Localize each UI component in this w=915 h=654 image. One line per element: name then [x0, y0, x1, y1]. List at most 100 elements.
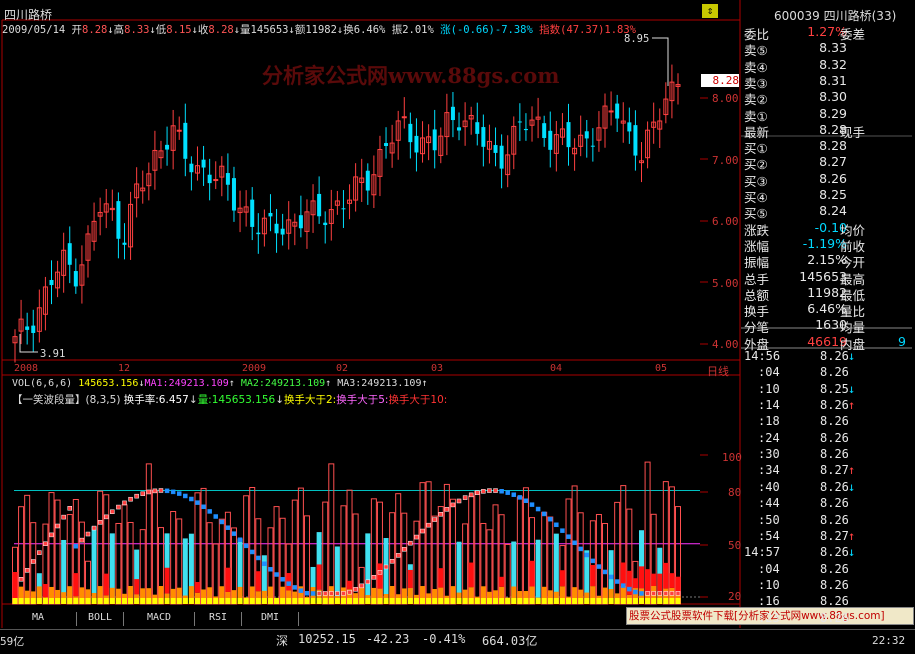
tick-time: :16: [758, 594, 780, 609]
wave-dot: [505, 490, 510, 495]
indicator-title: 【一笑波段量】(8,3,5): [12, 394, 121, 406]
price-tick-7: 7.00: [712, 154, 739, 167]
turn-gt2-base: [505, 598, 511, 604]
wave-dot: [432, 517, 437, 522]
turn-gt2-base: [213, 598, 219, 604]
turn-gt10-bar: [663, 562, 669, 589]
wave-dot: [280, 577, 285, 582]
wave-dot: [548, 516, 553, 522]
tick-arrow: ↓: [848, 381, 856, 396]
candle-body: [457, 127, 462, 131]
tick-row: :10 8.26: [744, 578, 904, 594]
stat-4: 总额 11982 最低: [744, 285, 912, 303]
turn-gt2-base: [377, 598, 383, 604]
turn-gt2-base: [420, 598, 426, 604]
tick-price: 8.26: [820, 561, 849, 576]
candle-body: [432, 129, 437, 151]
candle-body: [584, 131, 589, 139]
wave-dot: [225, 525, 231, 530]
wave-dot: [61, 514, 66, 520]
turn-gt10-bar: [73, 573, 79, 597]
turn-gt10-bar: [639, 566, 645, 589]
turn-gt2-base: [237, 598, 243, 604]
watermark: 分析家公式网www.88gs.com: [262, 63, 560, 88]
turn-gt10-bar: [103, 573, 109, 596]
tick-row: :34 8.27 ↑: [744, 463, 904, 479]
buy-4-value: 8.25: [819, 187, 847, 202]
wave-dot: [91, 525, 97, 531]
wave-dot: [596, 564, 602, 569]
candle-body: [475, 122, 480, 134]
turn-gt2-base: [572, 598, 578, 604]
tick-price: 8.26: [820, 545, 849, 560]
candle-body: [317, 193, 322, 217]
turn-gt2-base: [201, 598, 207, 604]
status-pct: -0.41%: [422, 632, 466, 646]
period-label[interactable]: 日线: [707, 363, 729, 379]
tab-macd[interactable]: MACD: [124, 612, 195, 626]
candle-body: [493, 145, 498, 153]
candle-body: [401, 116, 407, 119]
turn-gt2-base: [128, 598, 134, 604]
tab-rsi[interactable]: RSI: [195, 612, 242, 626]
tick-row: :18 8.26: [744, 414, 904, 430]
buy-3: 买③ 8.26: [744, 171, 912, 189]
candle-body: [548, 130, 553, 150]
wave-dot: [614, 579, 620, 584]
turn-gt2-base: [395, 598, 401, 604]
wave-dot: [408, 540, 413, 546]
candle-body: [183, 122, 188, 159]
tab-boll[interactable]: BOLL: [77, 612, 124, 626]
turn-gt2-base: [553, 598, 559, 604]
turn-gt2-base: [261, 598, 267, 604]
turn-gt2-base: [639, 598, 645, 604]
wave-dot: [414, 534, 419, 540]
tick-price: 8.26: [820, 414, 849, 429]
scroll-up-icon[interactable]: ⇕: [702, 4, 718, 18]
turn-gt2-base: [97, 598, 103, 604]
turn-gt2-base: [651, 598, 657, 604]
candle-body: [542, 123, 547, 138]
turn-gt2-base: [669, 598, 675, 604]
tick-price: 8.26: [820, 479, 849, 494]
tick-price: 8.26: [820, 398, 849, 413]
candle-body: [341, 208, 346, 210]
wave-dot: [359, 583, 364, 589]
turn-gt2-base: [304, 598, 310, 604]
tick-time: :18: [758, 414, 780, 429]
candle-body: [517, 121, 522, 123]
turn-gt2-base: [578, 598, 584, 604]
tab-dmi[interactable]: DMI: [242, 612, 299, 626]
close: 8.28: [208, 24, 234, 36]
wave-dot: [462, 495, 468, 500]
stat-1: 涨幅 -1.19% 前收: [744, 236, 912, 254]
turn-gt2-base: [30, 598, 36, 604]
wave-dot: [456, 498, 462, 504]
vol-bar: [91, 526, 97, 604]
turn-gt2-base: [468, 598, 474, 604]
amp-label: 振: [391, 24, 403, 36]
candle-body: [450, 106, 455, 121]
wave-dot: [164, 488, 170, 494]
wave-dot: [341, 591, 346, 596]
wave-dot: [560, 528, 565, 533]
tick-price: 8.27: [820, 463, 849, 478]
tick-row: :14 8.26 ↑: [744, 398, 904, 414]
tick-row: 14:56 8.26 ↓: [744, 349, 904, 365]
amt-label: 额: [294, 24, 306, 36]
wave-dot: [249, 549, 255, 555]
turn-gt2-base: [584, 598, 590, 604]
wave-dot: [67, 506, 72, 511]
tick-row: :30 8.26: [744, 447, 904, 463]
candle-body: [213, 179, 219, 182]
tab-ma[interactable]: MA: [0, 612, 77, 626]
turn-gt2-base: [347, 598, 353, 604]
indicator-line: 【一笑波段量】(8,3,5) 换手率:6.457↓量:145653.156↓换手…: [12, 394, 448, 406]
wave-dot: [201, 504, 206, 510]
tick-time: :50: [758, 512, 780, 527]
turn-gt2-base: [334, 598, 340, 604]
turn-gt2-base: [529, 598, 535, 604]
low: 8.15: [166, 24, 192, 36]
turn-gt2-base: [249, 598, 255, 604]
turn-gt2-base: [371, 598, 377, 604]
